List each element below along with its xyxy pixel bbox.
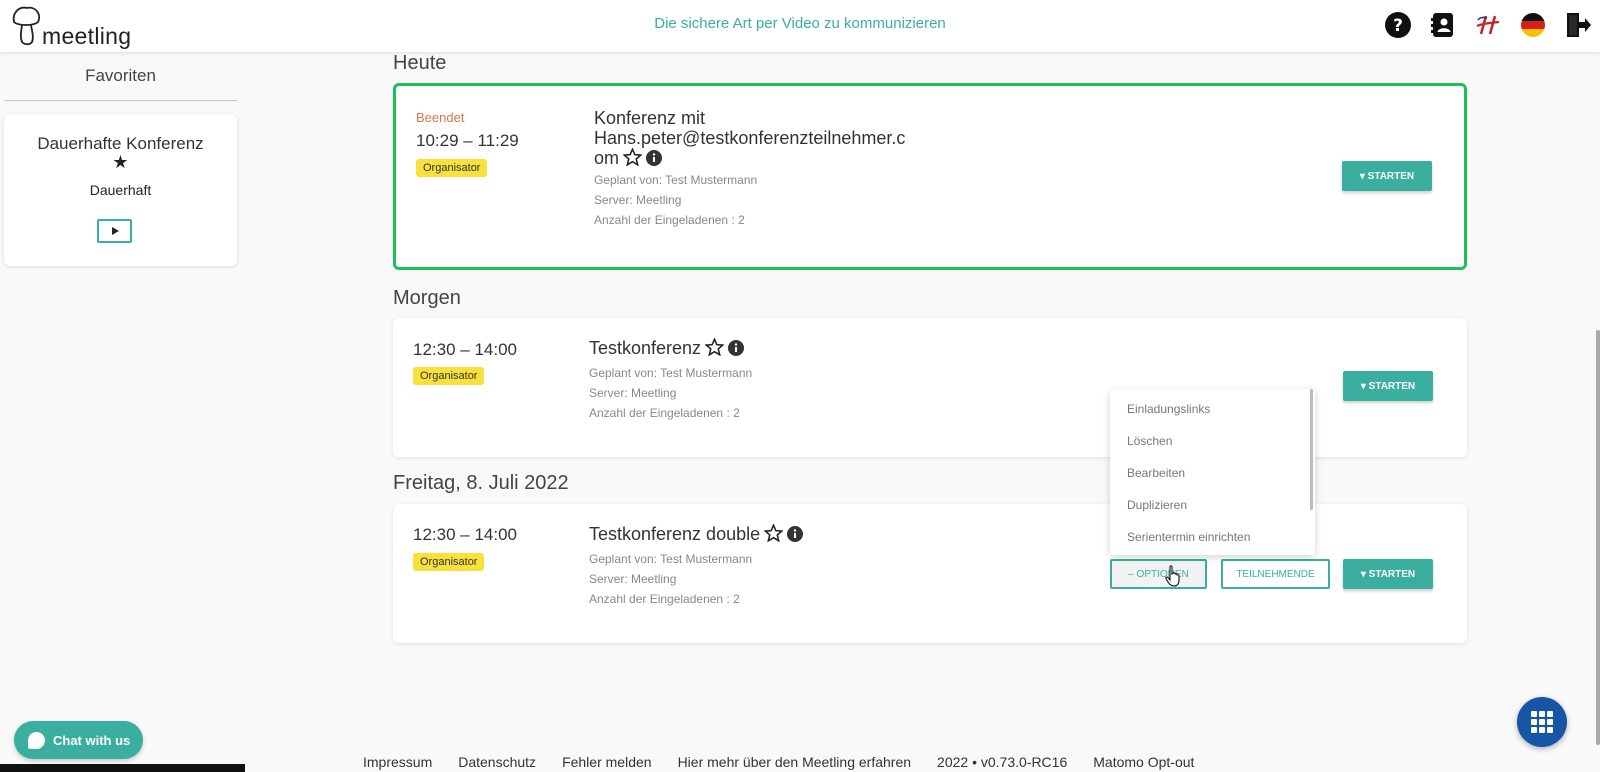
german-flag-icon[interactable] bbox=[1518, 10, 1548, 40]
top-header: meetling Die sichere Art per Video zu ko… bbox=[0, 0, 1600, 52]
invitee-count: Anzahl der Eingeladenen : 2 bbox=[589, 406, 740, 420]
server-label: Server: Meetling bbox=[589, 572, 677, 586]
options-menu: Einladungslinks Löschen Bearbeiten Dupli… bbox=[1110, 389, 1315, 555]
favorites-title: Favoriten bbox=[85, 66, 156, 85]
meeting-title-text: Testkonferenz bbox=[589, 338, 702, 358]
planned-by: Geplant von: Test Mustermann bbox=[589, 552, 753, 566]
meeting-meta: Geplant von: Test Mustermann Server: Mee… bbox=[589, 363, 752, 423]
footer-links: Impressum Datenschutz Fehler melden Hier… bbox=[363, 754, 1194, 770]
footer-link-privacy[interactable]: Datenschutz bbox=[458, 754, 536, 770]
meeting-title-line2: Hans.peter@testkonferenzteilnehmer.c bbox=[594, 128, 906, 148]
star-outline-icon[interactable] bbox=[763, 523, 784, 546]
invitee-count: Anzahl der Eingeladenen : 2 bbox=[589, 592, 740, 606]
help-icon[interactable]: ? bbox=[1383, 10, 1413, 40]
logout-icon[interactable] bbox=[1563, 10, 1593, 40]
menu-item-invitation-links[interactable]: Einladungslinks bbox=[1127, 402, 1210, 416]
menu-item-delete[interactable]: Löschen bbox=[1127, 434, 1172, 448]
organizer-badge: Organisator bbox=[413, 553, 485, 571]
organizer-badge: Organisator bbox=[416, 159, 488, 177]
start-button-label: STARTEN bbox=[1368, 380, 1416, 392]
footer-version: 2022 • v0.73.0-RC16 bbox=[937, 754, 1068, 770]
grid-icon bbox=[1531, 711, 1553, 733]
footer-link-matomo[interactable]: Matomo Opt-out bbox=[1093, 754, 1194, 770]
play-button[interactable] bbox=[97, 219, 132, 243]
menu-item-series[interactable]: Serientermin einrichten bbox=[1127, 530, 1250, 544]
meeting-time: 12:30 – 14:00 bbox=[413, 340, 517, 359]
chat-label: Chat with us bbox=[53, 732, 131, 748]
info-icon[interactable] bbox=[728, 340, 745, 360]
section-tomorrow: Morgen bbox=[393, 287, 461, 309]
server-label: Server: Meetling bbox=[594, 193, 682, 207]
participants-button[interactable]: TEILNEHMENDE bbox=[1221, 559, 1330, 589]
hand-cursor-icon bbox=[1165, 565, 1180, 587]
start-button[interactable]: ▾ STARTEN bbox=[1343, 371, 1433, 401]
brand-h-icon[interactable] bbox=[1473, 10, 1503, 40]
footer-link-report-bug[interactable]: Fehler melden bbox=[562, 754, 652, 770]
meeting-title: Testkonferenz bbox=[589, 337, 745, 360]
play-icon bbox=[111, 227, 119, 235]
chat-bubble-icon bbox=[28, 731, 45, 749]
footer-dark-bar bbox=[0, 764, 245, 772]
favorite-name: Dauerhafte Konferenz bbox=[37, 134, 204, 153]
start-button-label: STARTEN bbox=[1367, 170, 1415, 182]
invitee-count: Anzahl der Eingeladenen : 2 bbox=[594, 213, 745, 227]
planned-by: Geplant von: Test Mustermann bbox=[589, 366, 753, 380]
favorite-card: Dauerhafte Konferenz ★ Dauerhaft bbox=[4, 114, 237, 266]
meeting-meta: Geplant von: Test Mustermann Server: Mee… bbox=[594, 170, 757, 230]
svg-text:?: ? bbox=[1393, 16, 1403, 36]
contacts-icon[interactable] bbox=[1428, 10, 1458, 40]
meeting-meta: Geplant von: Test Mustermann Server: Mee… bbox=[589, 549, 752, 609]
meeting-title: Testkonferenz double bbox=[589, 523, 804, 546]
meeting-title-line3: om bbox=[594, 148, 620, 168]
star-outline-icon[interactable] bbox=[704, 337, 725, 360]
meeting-time: 10:29 – 11:29 bbox=[416, 131, 519, 150]
options-button[interactable]: – OPTIONEN bbox=[1110, 559, 1207, 589]
chat-button[interactable]: Chat with us bbox=[14, 721, 143, 759]
start-button[interactable]: ▾ STARTEN bbox=[1342, 161, 1432, 191]
footer-link-impressum[interactable]: Impressum bbox=[363, 754, 432, 770]
info-icon[interactable] bbox=[787, 526, 804, 546]
section-friday: Freitag, 8. Juli 2022 bbox=[393, 472, 569, 494]
apps-grid-button[interactable] bbox=[1517, 697, 1567, 747]
favorites-divider bbox=[4, 100, 237, 101]
page-scrollbar[interactable] bbox=[1596, 330, 1600, 745]
start-button-label: STARTEN bbox=[1368, 568, 1416, 580]
meeting-title-text: Testkonferenz double bbox=[589, 524, 761, 544]
favorite-subtitle: Dauerhaft bbox=[89, 182, 152, 198]
header-tagline: Die sichere Art per Video zu kommunizier… bbox=[654, 15, 946, 32]
planned-by: Geplant von: Test Mustermann bbox=[594, 173, 758, 187]
organizer-badge: Organisator bbox=[413, 367, 485, 385]
star-outline-icon[interactable] bbox=[622, 147, 643, 170]
menu-item-edit[interactable]: Bearbeiten bbox=[1127, 466, 1185, 480]
info-icon[interactable] bbox=[646, 150, 663, 170]
meeting-card-active: Beendet 10:29 – 11:29 Organisator Konfer… bbox=[393, 83, 1467, 270]
footer-link-about[interactable]: Hier mehr über den Meetling erfahren bbox=[678, 754, 911, 770]
section-today: Heute bbox=[393, 52, 447, 74]
menu-item-duplicate[interactable]: Duplizieren bbox=[1127, 498, 1187, 512]
meeting-time: 12:30 – 14:00 bbox=[413, 525, 517, 544]
meeting-title-line1: Konferenz mit bbox=[594, 108, 706, 128]
server-label: Server: Meetling bbox=[589, 386, 677, 400]
status-ended: Beendet bbox=[416, 110, 465, 125]
start-button[interactable]: ▾ STARTEN bbox=[1343, 559, 1433, 589]
menu-scrollbar[interactable] bbox=[1310, 389, 1313, 510]
star-filled-icon[interactable]: ★ bbox=[4, 152, 237, 173]
meeting-title: Konferenz mit Hans.peter@testkonferenzte… bbox=[594, 108, 905, 170]
